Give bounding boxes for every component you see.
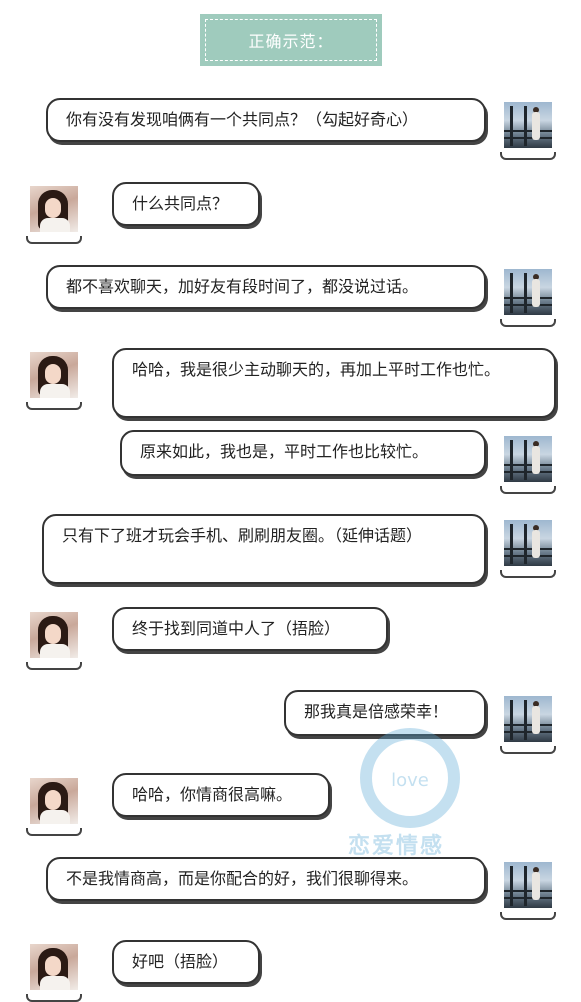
avatar-self[interactable] xyxy=(500,860,556,920)
watermark-text: 恋爱情感 xyxy=(348,834,445,859)
avatar-self[interactable] xyxy=(500,267,556,327)
avatar-self[interactable] xyxy=(500,518,556,578)
watermark-logo-icon: love xyxy=(360,728,460,828)
avatar-self[interactable] xyxy=(500,100,556,160)
message-bubble-left: 哈哈，我是很少主动聊天的，再加上平时工作也忙。 xyxy=(112,348,556,418)
avatar-self[interactable] xyxy=(500,434,556,494)
message-bubble-right: 不是我情商高，而是你配合的好，我们很聊得来。 xyxy=(46,857,486,901)
message-bubble-right: 原来如此，我也是，平时工作也比较忙。 xyxy=(120,430,486,476)
section-title: 正确示范： xyxy=(205,19,377,61)
message-bubble-right: 那我真是倍感荣幸！ xyxy=(284,690,486,736)
message-bubble-right: 都不喜欢聊天，加好友有段时间了，都没说过话。 xyxy=(46,265,486,309)
message-bubble-left: 什么共同点？ xyxy=(112,182,260,226)
message-bubble-left: 哈哈，你情商很高嘛。 xyxy=(112,773,330,817)
message-bubble-right: 只有下了班才玩会手机、刷刷朋友圈。（延伸话题） xyxy=(42,514,486,584)
message-bubble-left: 终于找到同道中人了（捂脸） xyxy=(112,607,388,651)
section-title-box: 正确示范： xyxy=(200,14,382,66)
avatar-other[interactable] xyxy=(26,610,82,670)
watermark-logo-text: love xyxy=(391,770,429,791)
message-bubble-left: 好吧（捂脸） xyxy=(112,940,260,984)
avatar-other[interactable] xyxy=(26,184,82,244)
avatar-self[interactable] xyxy=(500,694,556,754)
message-bubble-right: 你有没有发现咱俩有一个共同点？（勾起好奇心） xyxy=(46,98,486,142)
avatar-other[interactable] xyxy=(26,776,82,836)
avatar-other[interactable] xyxy=(26,942,82,1002)
avatar-other[interactable] xyxy=(26,350,82,410)
